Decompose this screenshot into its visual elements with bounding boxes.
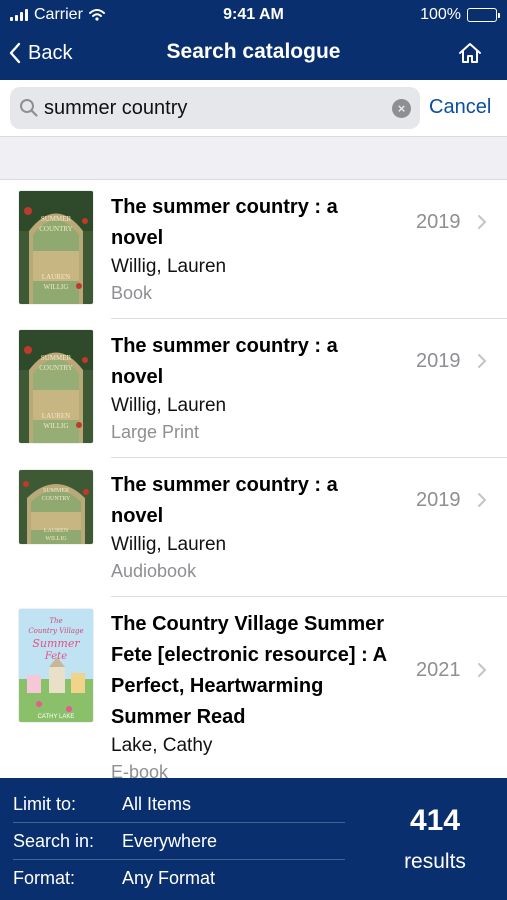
page-title: Search catalogue [166,40,341,63]
chevron-left-icon [9,42,21,64]
result-year: 2019 [416,489,461,511]
list-item[interactable]: SUMMER COUNTRY LAUREN WILLIG The summer … [0,458,507,597]
search-row: × Cancel [0,80,507,136]
result-format: E-book [111,762,169,778]
chevron-right-icon [478,354,486,368]
cover-text: WILLIG [44,422,69,430]
cover-text: LAUREN [44,528,69,534]
cover-text: COUNTRY [39,364,72,372]
clear-search-icon[interactable]: × [392,99,411,118]
chevron-right-icon [478,215,486,229]
results-count-label: results [404,850,466,873]
battery-icon [467,8,500,22]
filter-limit-row[interactable]: Limit to: All Items [0,786,345,823]
result-title-line: Perfect, Heartwarming [111,675,324,697]
book-cover-image: SUMMER COUNTRY LAUREN WILLIG [19,470,93,544]
result-title: The summer country : a novel [111,331,411,393]
result-info: The summer country : a novel Willig, Lau… [111,331,411,445]
book-cover-image: SUMMER COUNTRY LAUREN WILLIG [19,330,93,443]
cover-text: COUNTRY [39,225,72,233]
cover-text: SUMMER [41,354,72,362]
home-button[interactable] [455,38,485,68]
cover-text: SUMMER [43,488,69,494]
result-title-line: novel [111,227,164,249]
result-format: Large Print [111,422,200,442]
filter-value: Everywhere [122,831,218,851]
result-title-line: The summer country : a [111,474,338,496]
result-author: Willig, Lauren [111,395,227,416]
result-title-line: The Country Village Summer [111,613,385,635]
cover-text: WILLIG [44,283,69,291]
list-item[interactable]: The Country Village Summer Fete CATHY LA… [0,597,507,778]
list-item[interactable]: SUMMER COUNTRY LAUREN WILLIG The summer … [0,319,507,458]
filter-label: Limit to: [13,794,77,814]
filter-search-in-row[interactable]: Search in: Everywhere [0,823,345,860]
battery-percent: 100% [420,6,461,23]
filter-label: Search in: [13,831,95,851]
result-year: 2019 [416,350,461,372]
cover-text: WILLIG [45,536,67,542]
search-input[interactable] [44,93,384,123]
result-title-line: The summer country : a [111,196,338,218]
result-author: Lake, Cathy [111,735,213,756]
results-count: 414 [409,804,461,837]
top-header: Carrier 9:41 AM 100% Back Search catalog… [0,0,507,80]
cover-text: SUMMER [41,215,72,223]
cover-text: Country Village [28,627,83,635]
result-title-line: novel [111,505,164,527]
filter-label: Format: [13,868,76,888]
results-list[interactable]: SUMMER COUNTRY LAUREN WILLIG The summer … [0,180,507,778]
cover-text: CATHY LAKE [38,714,75,720]
result-title-line: Summer Read [111,706,246,728]
result-author: Willig, Lauren [111,534,227,555]
result-title: The summer country : a novel [111,192,411,254]
book-cover-image: The Country Village Summer Fete CATHY LA… [19,609,93,722]
result-title-line: novel [111,366,164,388]
back-label: Back [28,41,73,64]
filter-footer: Limit to: All Items Search in: Everywher… [0,778,507,900]
filter-value: All Items [122,794,192,814]
cover-text: The [49,617,62,625]
back-button[interactable]: Back [8,38,72,68]
chevron-right-icon [478,663,486,677]
result-info: The summer country : a novel Willig, Lau… [111,192,411,306]
home-icon [459,43,481,63]
result-title-line: Fete [electronic resource] : A [111,644,388,666]
result-title-line: The summer country : a [111,335,338,357]
chevron-right-icon [478,493,486,507]
list-item[interactable]: SUMMER COUNTRY LAUREN WILLIG The summer … [0,180,507,319]
search-box[interactable]: × [10,87,420,129]
status-right: 100% [420,6,500,24]
result-year: 2021 [416,659,461,681]
cancel-button[interactable]: Cancel [429,96,491,119]
cover-text: Summer [32,637,80,650]
cover-text: LAUREN [42,273,70,281]
cover-text: Fete [44,651,67,662]
result-author: Willig, Lauren [111,256,227,277]
result-format: Book [111,283,153,303]
result-title: The Country Village Summer Fete [electro… [111,609,411,733]
nav-bar: Back Search catalogue [0,32,507,76]
filter-format-row[interactable]: Format: Any Format [0,860,345,897]
cover-text: COUNTRY [42,496,71,502]
cover-text: LAUREN [42,412,70,420]
search-icon [20,99,38,117]
status-bar: Carrier 9:41 AM 100% [0,0,507,30]
result-year: 2019 [416,211,461,233]
result-info: The summer country : a novel Willig, Lau… [111,470,411,584]
result-info: The Country Village Summer Fete [electro… [111,609,411,778]
result-format: Audiobook [111,561,197,581]
result-title: The summer country : a novel [111,470,411,532]
book-cover-image: SUMMER COUNTRY LAUREN WILLIG [19,191,93,304]
section-spacer [0,136,507,180]
filter-value: Any Format [122,868,216,888]
